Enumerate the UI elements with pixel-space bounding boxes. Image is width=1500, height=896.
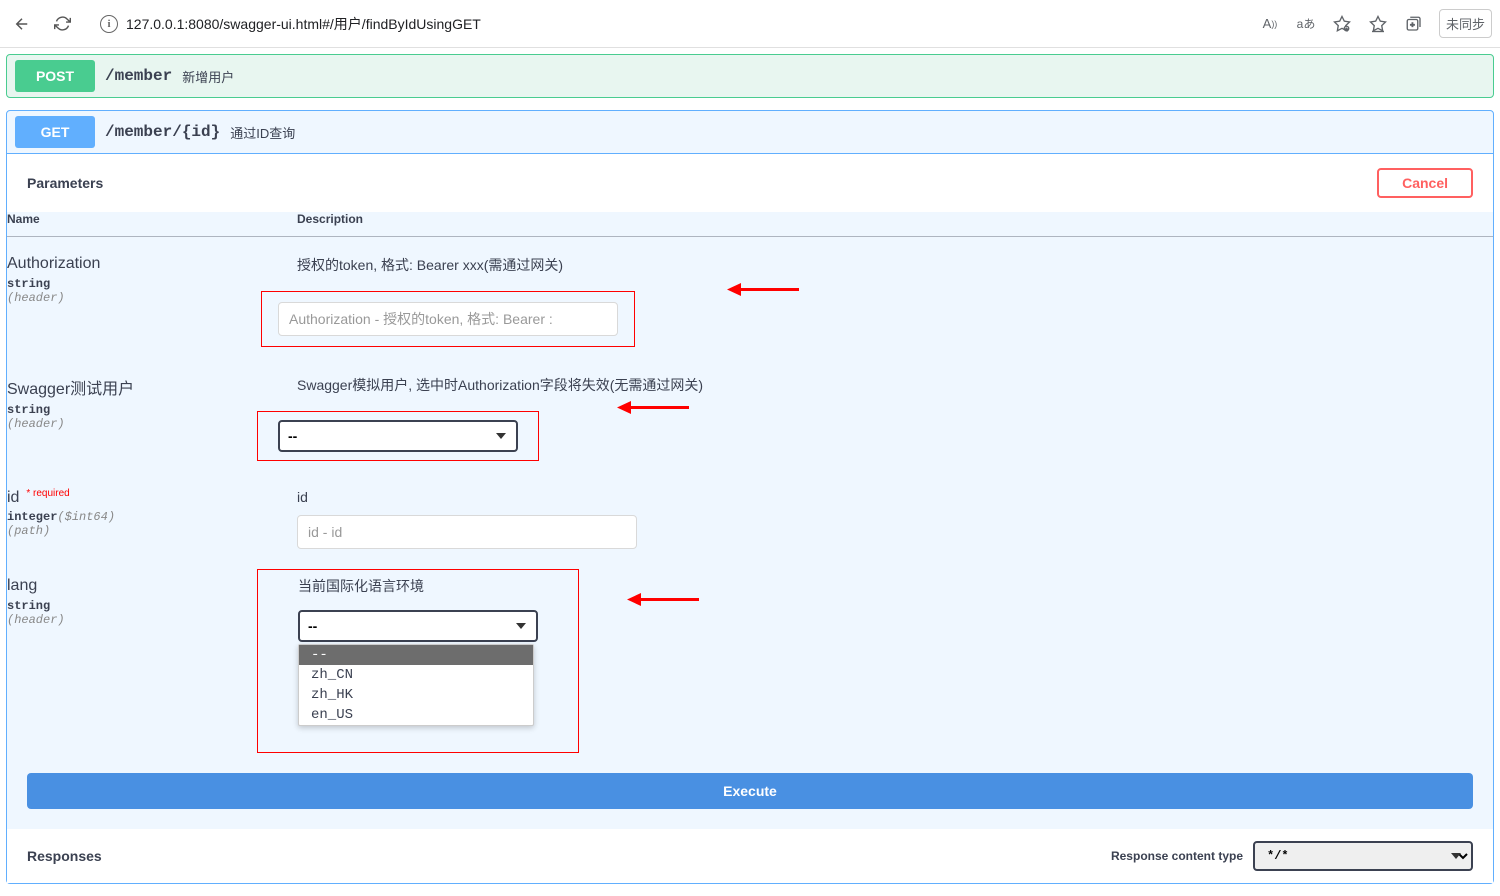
parameters-title: Parameters (27, 175, 103, 191)
param-name: Authorization (7, 255, 297, 273)
arrow-icon (627, 593, 699, 606)
opblock-get: GET /member/{id} 通过ID查询 Parameters Cance… (6, 110, 1494, 884)
param-required: * required (23, 488, 69, 499)
parameters-header: Parameters Cancel (7, 154, 1493, 212)
param-type: integer (7, 510, 57, 524)
opblock-get-body: Parameters Cancel Name Description Autho… (7, 154, 1493, 883)
param-row-swagger-user: Swagger测试用户 string (header) Swagger模拟用户,… (7, 357, 1493, 471)
responses-title: Responses (27, 848, 102, 864)
param-name: lang (7, 577, 297, 595)
param-format: ($int64) (57, 510, 115, 524)
opblock-post-path: /member (105, 67, 172, 85)
arrow-icon (617, 401, 689, 414)
lang-select[interactable]: -- (298, 610, 538, 642)
info-icon: i (100, 15, 118, 33)
method-badge-post: POST (15, 60, 95, 92)
responses-header: Responses Response content type */* (7, 829, 1493, 883)
dropdown-item[interactable]: en_US (299, 705, 533, 725)
response-type-select-wrap: */* (1253, 841, 1473, 871)
param-desc: 当前国际化语言环境 (298, 576, 578, 596)
opblock-get-path: /member/{id} (105, 123, 220, 141)
method-badge-get: GET (15, 116, 95, 148)
param-in: (path) (7, 524, 297, 538)
param-desc: Swagger模拟用户, 选中时Authorization字段将失效(无需通过网… (297, 375, 1493, 395)
sync-button[interactable]: 未同步 (1439, 9, 1492, 38)
opblock-get-desc: 通过ID查询 (230, 123, 295, 142)
collections-icon[interactable]: + (1403, 13, 1425, 35)
dropdown-item[interactable]: zh_CN (299, 665, 533, 685)
opblock-post-summary[interactable]: POST /member 新增用户 (7, 55, 1493, 97)
lang-dropdown: -- zh_CN zh_HK en_US (298, 644, 534, 726)
param-row-lang: lang string (header) 当前国际化语言环境 -- (7, 559, 1493, 763)
cancel-button[interactable]: Cancel (1377, 168, 1473, 198)
col-header-description: Description (297, 212, 1493, 237)
opblock-get-summary[interactable]: GET /member/{id} 通过ID查询 (7, 111, 1493, 154)
param-in: (header) (7, 291, 297, 305)
opblock-post: POST /member 新增用户 (6, 54, 1494, 98)
url-text: 127.0.0.1:8080/swagger-ui.html#/用户/findB… (126, 14, 481, 34)
url-bar[interactable]: i 127.0.0.1:8080/swagger-ui.html#/用户/fin… (88, 8, 1247, 40)
swagger-container: POST /member 新增用户 GET /member/{id} 通过ID查… (0, 48, 1500, 884)
execute-button[interactable]: Execute (27, 773, 1473, 809)
col-header-name: Name (7, 212, 297, 237)
param-type: string (7, 599, 297, 613)
response-type-wrap: Response content type */* (1111, 841, 1473, 871)
swagger-user-select-wrap: -- (278, 420, 518, 452)
highlight-lang: 当前国际化语言环境 -- -- zh_CN zh_HK (257, 569, 579, 753)
highlight-swagger-user: -- (257, 411, 539, 461)
params-table: Name Description Authorization string (h… (7, 212, 1493, 763)
dropdown-item[interactable]: zh_HK (299, 685, 533, 705)
svg-text:+: + (1410, 20, 1415, 29)
read-aloud-icon[interactable]: A)) (1259, 13, 1281, 35)
authorization-input[interactable] (278, 302, 618, 336)
param-in: (header) (7, 417, 297, 431)
param-row-id: id * required integer($int64) (path) id (7, 471, 1493, 559)
refresh-button[interactable] (48, 10, 76, 38)
param-in: (header) (7, 613, 297, 627)
browser-toolbar: i 127.0.0.1:8080/swagger-ui.html#/用户/fin… (0, 0, 1500, 48)
response-type-select[interactable]: */* (1253, 841, 1473, 871)
lang-select-wrap: -- -- zh_CN zh_HK en_US (298, 610, 538, 642)
back-button[interactable] (8, 10, 36, 38)
translate-icon[interactable]: aあ (1295, 13, 1317, 35)
param-type: string (7, 277, 297, 291)
param-desc: 授权的token, 格式: Bearer xxx(需通过网关) (297, 255, 1493, 275)
favorites-list-icon[interactable] (1367, 13, 1389, 35)
param-name: id (7, 489, 19, 506)
param-row-authorization: Authorization string (header) 授权的token, … (7, 237, 1493, 358)
highlight-authorization (261, 291, 635, 347)
id-input[interactable] (297, 515, 637, 549)
param-type: string (7, 403, 297, 417)
svg-text:+: + (1345, 26, 1348, 31)
toolbar-right: A)) aあ + + 未同步 (1259, 9, 1492, 38)
param-desc: id (297, 489, 1493, 505)
swagger-user-select[interactable]: -- (278, 420, 518, 452)
arrow-icon (727, 283, 799, 296)
response-type-label: Response content type (1111, 849, 1243, 863)
param-name: Swagger测试用户 (7, 375, 297, 399)
favorite-icon[interactable]: + (1331, 13, 1353, 35)
dropdown-item[interactable]: -- (299, 645, 533, 665)
opblock-post-desc: 新增用户 (182, 67, 234, 86)
